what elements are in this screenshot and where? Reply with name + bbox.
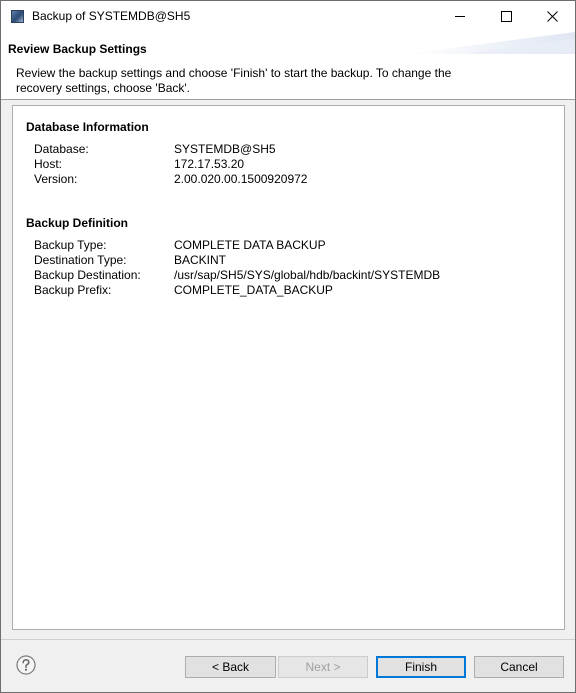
backup-prefix-label: Backup Prefix: [34,283,112,297]
destination-type-label: Destination Type: [34,253,127,267]
backup-type-label: Backup Type: [34,238,107,252]
backup-destination-value: /usr/sap/SH5/SYS/global/hdb/backint/SYST… [174,268,441,282]
title-bar[interactable]: Backup of SYSTEMDB@SH5 [1,1,575,32]
backup-wizard-window: Backup of SYSTEMDB@SH5 Review Backup Set… [0,0,576,693]
destination-type-value: BACKINT [174,253,227,267]
help-icon[interactable] [16,655,36,675]
header-separator [1,99,575,100]
close-icon [546,11,558,22]
footer-separator [1,639,575,640]
backup-type-value: COMPLETE DATA BACKUP [174,238,326,252]
wizard-message: Review the backup settings and choose 'F… [16,66,452,95]
version-value: 2.00.020.00.1500920972 [174,172,308,186]
back-button[interactable]: < Back [185,656,276,678]
backup-prefix-value: COMPLETE_DATA_BACKUP [174,283,333,297]
next-button[interactable]: Next > [278,656,368,678]
database-value: SYSTEMDB@SH5 [174,142,276,156]
cancel-button[interactable]: Cancel [474,656,564,678]
backup-definition-heading: Backup Definition [26,216,129,230]
sap-hana-studio-icon [11,10,24,23]
wizard-header: Review Backup Settings Review the backup… [1,32,575,99]
database-information-heading: Database Information [26,120,149,134]
wizard-title: Review Backup Settings [8,42,147,56]
host-value: 172.17.53.20 [174,157,245,171]
maximize-icon [500,11,512,22]
minimize-icon [455,16,465,17]
database-label: Database: [34,142,89,156]
close-button[interactable] [529,1,575,32]
settings-summary-panel: Database Information Database: SYSTEMDB@… [12,105,565,630]
window-title: Backup of SYSTEMDB@SH5 [32,9,191,23]
maximize-button[interactable] [483,1,529,32]
host-label: Host: [34,157,63,171]
header-decoration [405,32,575,54]
finish-button[interactable]: Finish [376,656,466,678]
minimize-button[interactable] [437,1,483,32]
version-label: Version: [34,172,78,186]
backup-destination-label: Backup Destination: [34,268,141,282]
